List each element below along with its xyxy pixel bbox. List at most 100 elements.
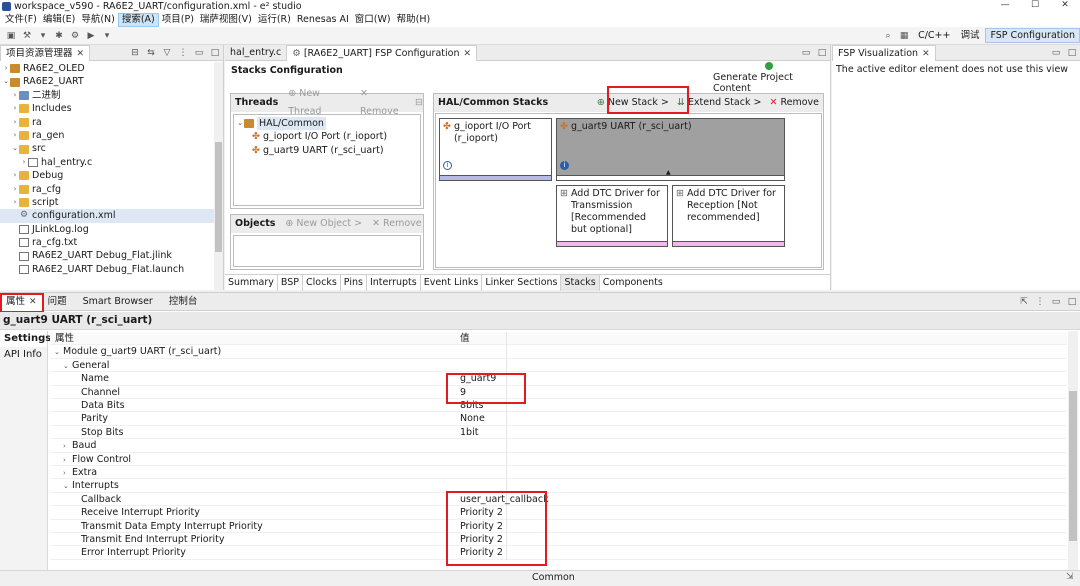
tree-item[interactable]: ⚙ configuration.xml [0,209,223,223]
tree-item[interactable]: › Debug [0,169,223,182]
tab-console[interactable]: 控制台 [164,294,203,310]
hammer-dropdown-icon[interactable]: ▾ [37,30,49,42]
expand-icon[interactable]: ⌄ [2,75,10,88]
expand-icon[interactable]: › [11,129,19,142]
tab-bsp[interactable]: BSP [278,274,304,291]
stack-module-ioport[interactable]: ✤ g_ioport I/O Port (r_ioport) i [439,118,552,181]
dtc-transmission-box[interactable]: ⊞ Add DTC Driver for Transmission [Recom… [556,185,668,247]
tree-item[interactable]: › ra_cfg [0,183,223,196]
tab-fsp-configuration[interactable]: ⚙ [RA6E2_UART] FSP Configuration ✕ [286,44,478,61]
close-icon[interactable]: ✕ [463,49,471,59]
property-row[interactable]: Error Interrupt Priority Priority 2 [50,546,1067,560]
property-row[interactable]: Callback user_uart_callback [50,492,1067,507]
tree-item[interactable]: › 二进制 [0,89,223,102]
menu-project[interactable]: 项目(P) [159,13,197,27]
tab-summary[interactable]: Summary [225,274,278,291]
tab-hal-entry[interactable]: hal_entry.c [225,45,286,61]
extend-stack-button[interactable]: ⇊ Extend Stack > [677,94,762,112]
menu-file[interactable]: 文件(F) [2,13,40,27]
tab-pins[interactable]: Pins [341,274,367,291]
view-menu-icon[interactable]: ⋮ [177,47,189,59]
property-row[interactable]: Parity None [50,412,1067,426]
maximize-view-icon[interactable]: □ [1066,47,1078,59]
search-icon[interactable]: ⌕ [882,30,894,42]
expand-icon[interactable]: › [11,169,19,182]
menu-navigate[interactable]: 导航(N) [78,13,118,27]
dropdown-icon[interactable]: ▾ [101,30,113,42]
perspective-debug[interactable]: 调试 [956,28,983,43]
property-row[interactable]: Receive Interrupt Priority Priority 2 [50,506,1067,520]
pin-icon[interactable]: ⇱ [1018,296,1030,308]
menu-help[interactable]: 帮助(H) [394,13,434,27]
perspective-cpp[interactable]: C/C++ [914,28,954,43]
explorer-scroll-thumb[interactable] [215,142,222,252]
tab-fsp-visualization[interactable]: FSP Visualization ✕ [832,44,936,61]
menu-run[interactable]: 运行(R) [255,13,294,27]
save-icon[interactable]: ▣ [5,30,17,42]
tab-linker-sections[interactable]: Linker Sections [482,274,562,291]
debug-icon[interactable]: ✱ [53,30,65,42]
expand-icon[interactable]: › [63,454,72,467]
tab-smart-browser[interactable]: Smart Browser [78,294,158,310]
run-icon[interactable]: ▶ [85,30,97,42]
props-scroll-thumb[interactable] [1069,391,1077,541]
minimize-view-icon[interactable]: ▭ [800,47,812,59]
side-tab-api-info[interactable]: API Info [0,347,47,363]
perspective-fsp-configuration[interactable]: FSP Configuration [985,28,1080,43]
minimize-button[interactable]: — [990,0,1020,13]
tree-item[interactable]: › script [0,196,223,209]
tab-stacks[interactable]: Stacks [561,274,600,291]
remove-object-button[interactable]: ✕ Remove [372,215,422,233]
property-row[interactable]: › Extra [50,466,1067,480]
tree-item[interactable]: RA6E2_UART Debug_Flat.jlink [0,249,223,262]
tree-item[interactable]: › hal_entry.c [0,156,223,169]
expand-icon[interactable]: ⌄ [236,117,244,130]
menu-window[interactable]: 窗口(W) [352,13,394,27]
link-editor-icon[interactable]: ⇆ [145,47,157,59]
info-icon[interactable]: i [560,161,569,170]
close-icon[interactable]: ✕ [77,49,85,59]
expand-icon[interactable]: › [63,440,72,453]
new-object-button[interactable]: ⊕ New Object > [285,215,362,233]
tab-project-explorer[interactable]: 项目资源管理器 ✕ [0,44,91,61]
menu-edit[interactable]: 编辑(E) [40,13,78,27]
expand-icon[interactable]: › [11,89,19,102]
thread-module-uart[interactable]: ✤ g_uart9 UART (r_sci_uart) [236,144,418,157]
info-icon[interactable]: i [443,161,452,170]
minimize-view-icon[interactable]: ▭ [1050,296,1062,308]
new-thread-button[interactable]: ⊕ New Thread [288,85,350,121]
expand-icon[interactable]: › [11,183,19,196]
tree-item[interactable]: JLinkLog.log [0,223,223,236]
menu-search[interactable]: 搜索(A) [117,13,159,27]
maximize-view-icon[interactable]: □ [1066,296,1078,308]
property-row[interactable]: Transmit End Interrupt Priority Priority … [50,533,1067,547]
build-icon[interactable]: ⚒ [21,30,33,42]
property-row[interactable]: › Flow Control [50,452,1067,467]
maximize-view-icon[interactable]: □ [209,47,221,59]
maximize-view-icon[interactable]: □ [816,47,828,59]
open-perspective-icon[interactable]: ▦ [898,30,910,42]
tab-components[interactable]: Components [600,275,666,291]
expand-icon[interactable]: › [63,467,72,480]
tree-item[interactable]: RA6E2_UART Debug_Flat.launch [0,263,223,276]
expand-icon[interactable]: › [11,196,19,209]
dtc-reception-box[interactable]: ⊞ Add DTC Driver for Reception [Not reco… [672,185,785,247]
remove-stack-button[interactable]: ✕ Remove [769,94,819,112]
tree-item[interactable]: › ra [0,116,223,129]
collapse-all-icon[interactable]: ⊟ [129,47,141,59]
explorer-scrollbar[interactable] [214,62,223,290]
maximize-button[interactable]: ☐ [1020,0,1050,13]
expand-icon[interactable]: › [2,62,10,75]
tab-problems[interactable]: 问题 [43,294,72,310]
expand-icon[interactable]: › [11,102,19,115]
property-row[interactable]: ⌄ Module g_uart9 UART (r_sci_uart) [50,345,1067,359]
generate-project-content-button[interactable]: Generate Project Content [713,72,830,94]
property-row[interactable]: › Baud [50,439,1067,453]
remove-thread-button[interactable]: ✕ Remove [360,85,405,121]
minimize-view-icon[interactable]: ▭ [1050,47,1062,59]
settings-icon[interactable]: ⚙ [69,30,81,42]
expand-icon[interactable]: ⌄ [11,142,19,155]
collapse-icon[interactable]: ⊟ [415,94,423,112]
filter-icon[interactable]: ▽ [161,47,173,59]
close-window-button[interactable]: ✕ [1050,0,1080,13]
